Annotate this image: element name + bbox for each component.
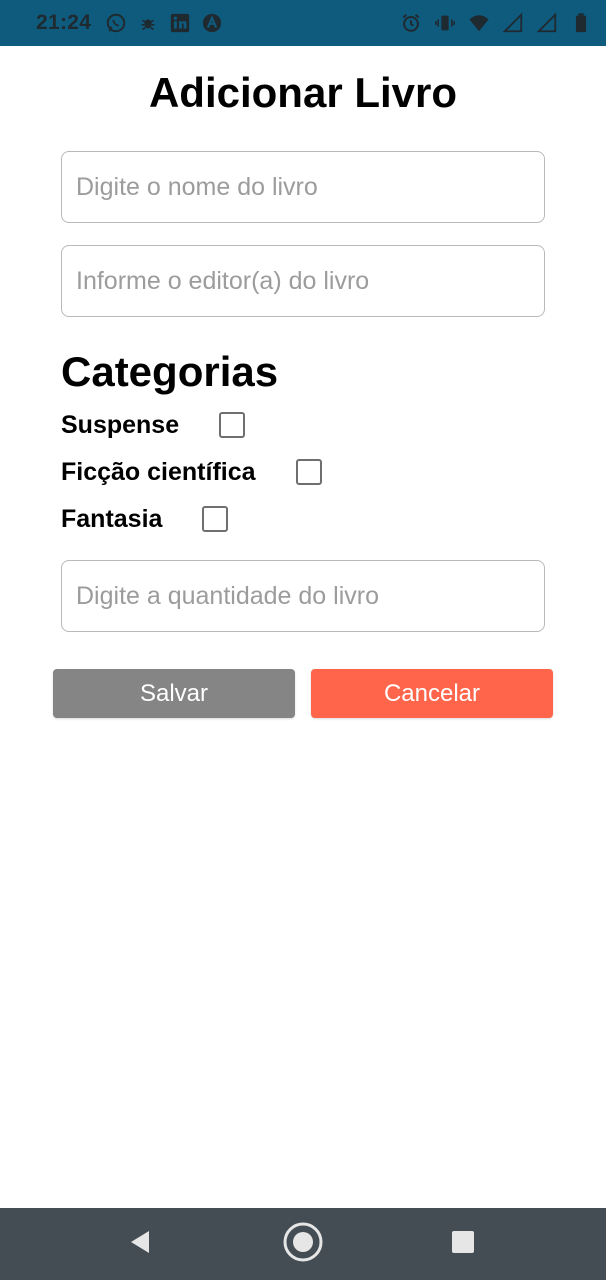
- book-quantity-input[interactable]: [61, 560, 545, 632]
- wifi-icon: [468, 12, 490, 34]
- category-label-fantasy: Fantasia: [61, 504, 163, 533]
- whatsapp-icon: [105, 12, 127, 34]
- vibrate-icon: [434, 12, 456, 34]
- app-icon: [201, 12, 223, 34]
- page-title: Adicionar Livro: [148, 69, 458, 116]
- save-button[interactable]: Salvar: [53, 669, 295, 718]
- signal-icon: [502, 12, 524, 34]
- linkedin-icon: [169, 12, 191, 34]
- category-row-fantasy: Fantasia: [61, 504, 229, 534]
- back-icon: [127, 1228, 153, 1261]
- checkbox-fantasy[interactable]: [202, 506, 229, 532]
- recents-button[interactable]: [443, 1224, 483, 1264]
- checkbox-suspense[interactable]: [219, 412, 246, 438]
- status-bar: 21:24: [0, 0, 606, 46]
- system-icons: [400, 12, 592, 34]
- alarm-icon: [400, 12, 422, 34]
- category-row-science-fiction: Ficção científica: [61, 457, 322, 487]
- category-label-science-fiction: Ficção científica: [61, 457, 256, 486]
- checkbox-science-fiction[interactable]: [295, 459, 322, 485]
- cancel-button[interactable]: Cancelar: [311, 669, 553, 718]
- signal-icon: [536, 12, 558, 34]
- back-button[interactable]: [120, 1224, 160, 1264]
- category-label-suspense: Suspense: [61, 410, 180, 439]
- navigation-bar: [0, 1208, 606, 1280]
- notification-icons: [105, 12, 223, 34]
- categories-title: Categorias: [61, 348, 279, 395]
- book-name-input[interactable]: [61, 151, 545, 223]
- category-row-suspense: Suspense: [61, 410, 246, 440]
- book-editor-input[interactable]: [61, 245, 545, 317]
- status-time: 21:24: [36, 11, 92, 34]
- recents-icon: [451, 1230, 475, 1259]
- home-button[interactable]: [283, 1222, 323, 1264]
- battery-icon: [570, 12, 592, 34]
- home-icon: [282, 1221, 324, 1268]
- screen: 21:24 Adicionar Livro Digite o nome do l…: [0, 0, 606, 1280]
- bug-icon: [137, 12, 159, 34]
